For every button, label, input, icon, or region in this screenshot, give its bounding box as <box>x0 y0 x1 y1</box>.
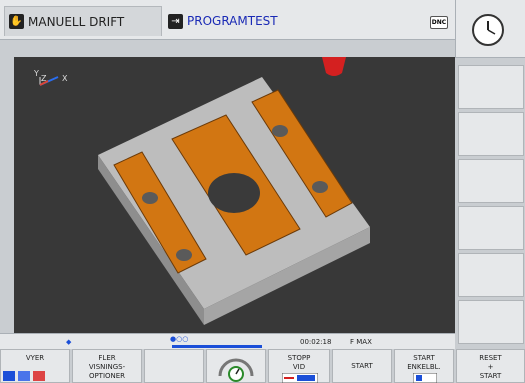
softkey-more-display-options[interactable]: FLER VISNINGS- OPTIONER <box>72 349 142 383</box>
softkey-reset-label: RESET + START <box>479 354 502 380</box>
tab-manual-mode[interactable]: ✋ MANUELL DRIFT <box>4 6 162 36</box>
side-softkey-4[interactable] <box>458 206 524 250</box>
softkey-start-single-block[interactable]: START ENKELBL. <box>394 349 454 383</box>
softkey-more-label: FLER VISNINGS- OPTIONER <box>88 354 126 380</box>
status-bar: ◆ ●○○ 00:02:18 F MAX <box>0 333 455 349</box>
hand-icon: ✋ <box>9 14 24 29</box>
side-softkey-1[interactable] <box>458 65 524 109</box>
softkey-start[interactable]: START <box>332 349 392 383</box>
softkey-stop-at[interactable]: STOPP VID <box>268 349 330 383</box>
side-softkey-6[interactable] <box>458 300 524 344</box>
softkey-views-label: VYER <box>25 354 45 362</box>
axis-x-label: X <box>62 74 68 83</box>
softkey-empty[interactable] <box>144 349 204 383</box>
vertical-softkey-column <box>455 0 525 383</box>
softkey-speed[interactable] <box>206 349 266 383</box>
progress-bar <box>172 345 262 348</box>
axis-z-label: Z <box>41 74 47 83</box>
softkey-bar: VYER FLER VISNINGS- OPTIONER STOPP VID S… <box>0 349 525 383</box>
tab-manual-label: MANUELL DRIFT <box>28 14 125 29</box>
softkey-single-label: START ENKELBL. <box>407 354 441 371</box>
softkey-reset-start[interactable]: RESET + START <box>456 349 525 383</box>
tool-icon <box>322 57 346 76</box>
side-softkey-3[interactable] <box>458 159 524 203</box>
single-block-icon <box>413 373 437 383</box>
tab-program-test[interactable]: ⇥ PROGRAMTEST <box>164 6 424 36</box>
program-test-icon: ⇥ <box>168 13 183 29</box>
axis-y-label: Y <box>33 69 39 78</box>
softkey-stop-label: STOPP VID <box>287 354 311 371</box>
dnc-icon: DNC <box>430 16 448 29</box>
clock-panel <box>455 0 525 58</box>
side-softkey-5[interactable] <box>458 253 524 297</box>
blue-marker-icon: ◆ <box>66 338 72 346</box>
progress-dots-icon: ●○○ <box>170 335 189 343</box>
mode-bar: ✋ MANUELL DRIFT ⇥ PROGRAMTEST DNC <box>0 0 455 40</box>
stop-at-icon <box>282 373 318 383</box>
feed-readout: F MAX <box>350 338 372 346</box>
elapsed-time: 00:02:18 <box>300 338 332 346</box>
speed-dial-icon <box>218 358 254 382</box>
clock-icon <box>472 14 504 46</box>
softkey-views[interactable]: VYER <box>0 349 70 383</box>
views-icon <box>3 371 45 381</box>
side-softkey-2[interactable] <box>458 112 524 156</box>
workpiece <box>98 77 370 325</box>
simulation-viewport[interactable]: Y Z X <box>14 57 455 333</box>
tab-program-label: PROGRAMTEST <box>187 14 278 28</box>
softkey-start-label: START <box>351 362 373 370</box>
